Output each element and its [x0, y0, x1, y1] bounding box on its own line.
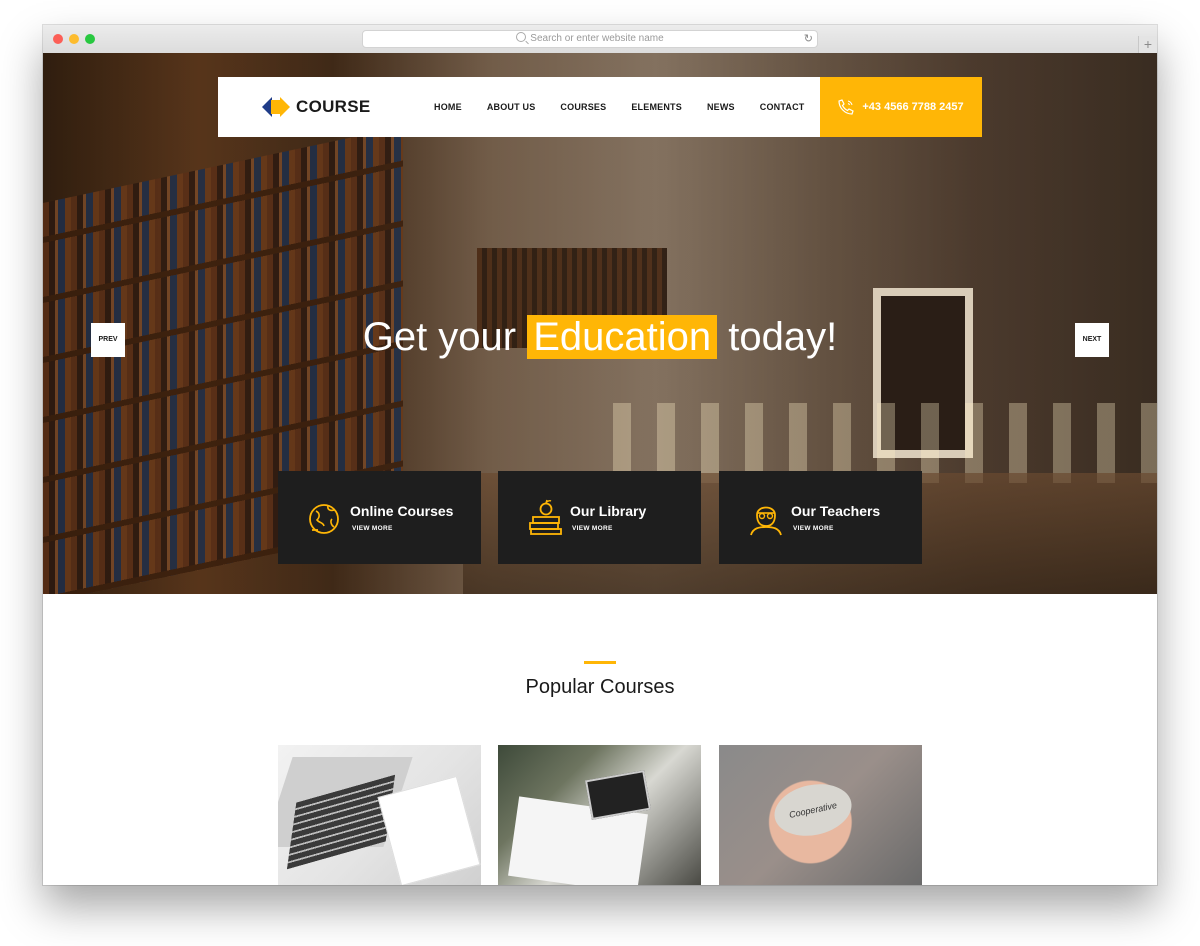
tablet-illustration [584, 770, 652, 820]
phone-icon [838, 99, 855, 115]
phone-contact-box[interactable]: +43 4566 7788 2457 [820, 77, 982, 137]
nav-item-elements[interactable]: ELEMENTS [631, 102, 682, 112]
nav-item-home[interactable]: HOME [434, 102, 462, 112]
feature-title: Online Courses [350, 503, 454, 519]
feature-box-our-library[interactable]: Our Library VIEW MORE [498, 471, 701, 564]
maximize-window-button[interactable] [85, 34, 95, 44]
feature-title: Our Library [570, 503, 647, 519]
section-accent-line [584, 661, 616, 664]
feature-box-our-teachers[interactable]: Our Teachers VIEW MORE [719, 471, 922, 564]
nav-item-about-us[interactable]: ABOUT US [487, 102, 536, 112]
address-bar[interactable]: Search or enter website name ↻ [362, 30, 818, 48]
browser-window: Search or enter website name ↻ + COURSE … [43, 25, 1157, 885]
headline-part-1: Get your [362, 315, 517, 359]
course-card-image-laptop[interactable] [278, 745, 481, 885]
course-card-image-team[interactable] [498, 745, 701, 885]
phone-number: +43 4566 7788 2457 [862, 101, 964, 113]
nav-item-courses[interactable]: COURSES [560, 102, 606, 112]
search-icon [516, 32, 527, 42]
headline-highlight: Education [527, 315, 718, 359]
teacher-icon [750, 506, 782, 536]
notebook-illustration [377, 775, 481, 885]
address-placeholder: Search or enter website name [530, 33, 664, 44]
logo-text: COURSE [296, 97, 371, 116]
nav-menu: HOME ABOUT US COURSES ELEMENTS NEWS CONT… [434, 77, 830, 137]
browser-toolbar: Search or enter website name ↻ + [43, 25, 1157, 54]
globe-icon [309, 504, 339, 534]
view-more-link[interactable]: VIEW MORE [352, 525, 393, 532]
hero-headline: Get your Education today! [43, 311, 1157, 363]
hero-slider: COURSE HOME ABOUT US COURSES ELEMENTS NE… [43, 53, 1157, 594]
view-more-link[interactable]: VIEW MORE [793, 525, 834, 532]
books-icon [529, 499, 562, 535]
popular-courses-title: Popular Courses [525, 676, 675, 698]
logo-mark-icon [262, 96, 290, 118]
new-tab-button[interactable]: + [1138, 36, 1157, 53]
view-more-link[interactable]: VIEW MORE [572, 525, 613, 532]
minimize-window-button[interactable] [69, 34, 79, 44]
nav-item-contact[interactable]: CONTACT [760, 102, 805, 112]
stone-illustration: Cooperative [769, 777, 857, 843]
headline-part-2: today! [728, 315, 838, 359]
feature-box-online-courses[interactable]: Online Courses VIEW MORE [278, 471, 481, 564]
main-navbar: COURSE HOME ABOUT US COURSES ELEMENTS NE… [218, 77, 821, 137]
course-card-image-stone[interactable]: Cooperative [719, 745, 922, 885]
nav-item-news[interactable]: NEWS [707, 102, 735, 112]
feature-title: Our Teachers [791, 503, 881, 519]
site-logo[interactable]: COURSE [262, 95, 371, 119]
reload-icon[interactable]: ↻ [804, 33, 813, 45]
close-window-button[interactable] [53, 34, 63, 44]
